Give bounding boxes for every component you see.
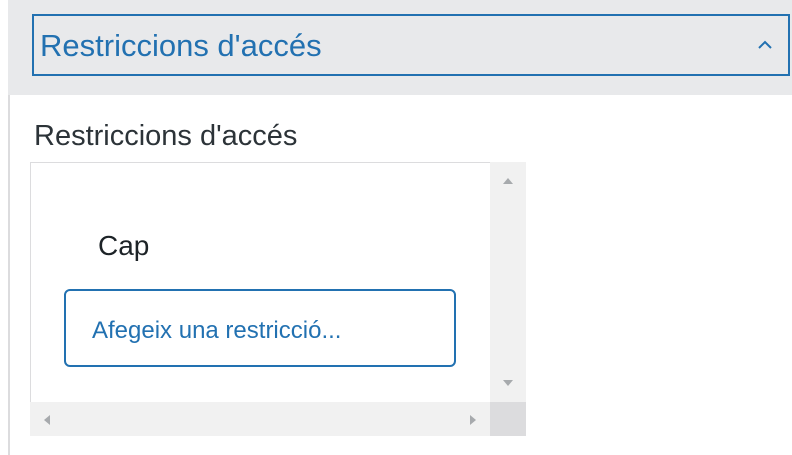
- chevron-up-icon: [758, 40, 772, 49]
- section-header: Restriccions d'accés: [8, 0, 792, 95]
- panel-left-border: [8, 95, 10, 455]
- scroll-down-arrow-icon[interactable]: [502, 378, 514, 388]
- current-restriction-value: Cap: [98, 230, 150, 261]
- section-header-title: Restriccions d'accés: [40, 28, 322, 63]
- section-toggle-button[interactable]: Restriccions d'accés: [32, 14, 790, 76]
- horizontal-scrollbar[interactable]: [30, 402, 490, 436]
- add-restriction-button[interactable]: Afegeix una restricció...: [64, 289, 456, 367]
- panel-title: Restriccions d'accés: [34, 120, 298, 152]
- scroll-right-arrow-icon[interactable]: [468, 414, 478, 426]
- add-restriction-button-label: Afegeix una restricció...: [92, 317, 342, 344]
- scroll-left-arrow-icon[interactable]: [42, 414, 52, 426]
- vertical-scrollbar[interactable]: [490, 162, 526, 402]
- scrollbar-corner: [490, 402, 526, 436]
- access-restrictions-panel: Restriccions d'accés Restriccions d'accé…: [0, 0, 792, 455]
- scroll-up-arrow-icon[interactable]: [502, 176, 514, 186]
